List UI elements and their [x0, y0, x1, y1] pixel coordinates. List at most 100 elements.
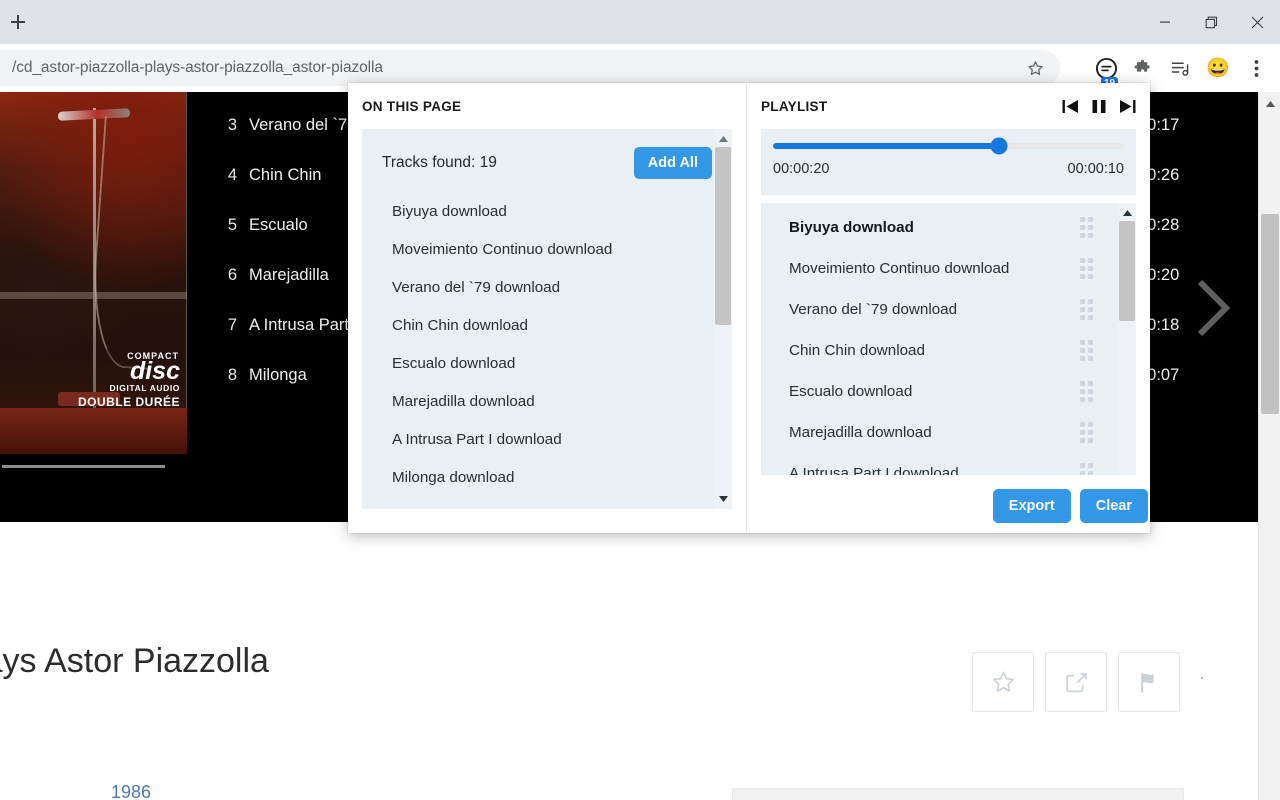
cd-digital-audio-text: DIGITAL AUDIO [109, 383, 180, 393]
maximize-restore-button[interactable] [1188, 0, 1234, 44]
playlist-scrollbar-thumb[interactable] [1119, 221, 1135, 321]
next-track-button[interactable] [1119, 99, 1136, 114]
chevron-up-icon [718, 136, 728, 142]
plus-icon [11, 15, 25, 29]
flag-icon [1140, 672, 1154, 693]
seek-slider-handle[interactable] [990, 137, 1008, 155]
on-this-page-scrollbar-thumb[interactable] [715, 147, 731, 325]
flag-button[interactable] [1118, 652, 1180, 712]
playlist-icon-button[interactable] [1162, 50, 1198, 86]
cover-progress-fill [2, 464, 165, 468]
list-item[interactable]: A Intrusa Part I download [761, 453, 1136, 475]
window-controls [1142, 0, 1280, 44]
playlist-box: Biyuya download Moveimiento Continuo dow… [761, 203, 1136, 475]
extension-popup: ON THIS PAGE Tracks found: 19 Add All Bi… [348, 83, 1150, 533]
drag-handle-icon[interactable] [1080, 258, 1110, 279]
player-controls [1062, 99, 1136, 114]
list-item[interactable]: Chin Chin download [761, 330, 1136, 371]
album-cover-art: COMPACT disc DIGITAL AUDIO DOUBLE DURÉE [0, 92, 187, 454]
list-item[interactable]: Marejadilla download [362, 382, 732, 420]
more-menu-icon [1254, 59, 1258, 77]
list-item[interactable]: Verano del `79 download [761, 289, 1136, 330]
star-icon [1027, 60, 1043, 75]
skip-next-icon [1120, 99, 1136, 113]
cover-progress-bar[interactable] [0, 459, 187, 473]
track-number: 5 [227, 215, 237, 234]
next-arrow-icon[interactable] [1196, 278, 1230, 338]
track-duration: 00:28 [1138, 215, 1180, 234]
avatar: 😀 [1206, 57, 1230, 79]
minimize-icon [1160, 21, 1170, 23]
playlist-item-label: Marejadilla download [789, 424, 932, 441]
close-window-button[interactable] [1234, 0, 1280, 44]
drag-handle-icon[interactable] [1080, 381, 1110, 402]
puzzle-icon [1134, 59, 1150, 72]
favorite-button[interactable] [972, 652, 1034, 712]
cd-disc-text: disc [129, 357, 180, 385]
drag-handle-icon[interactable] [1080, 217, 1110, 238]
export-button[interactable]: Export [992, 489, 1071, 523]
drag-handle-icon[interactable] [1080, 463, 1110, 475]
extension-icon-button[interactable]: 19 [1088, 50, 1124, 92]
page-scrollbar[interactable] [1258, 92, 1280, 800]
decorative-dot [1201, 677, 1203, 679]
drag-handle-icon[interactable] [1080, 299, 1110, 320]
drag-handle-icon[interactable] [1080, 340, 1110, 361]
more-menu-button[interactable] [1238, 50, 1274, 86]
bookmark-button[interactable] [1018, 51, 1052, 85]
playlist-header: PLAYLIST [761, 97, 1136, 115]
restore-icon [1205, 16, 1217, 28]
list-item[interactable]: Moveimiento Continuo download [362, 230, 732, 268]
list-item[interactable]: A Intrusa Part I download [362, 420, 732, 458]
playlist-item-label: Chin Chin download [789, 342, 925, 359]
favorite-star-icon [992, 671, 1014, 692]
on-this-page-scrollbar[interactable] [714, 129, 732, 509]
share-icon [1065, 672, 1087, 692]
track-number: 6 [227, 265, 237, 284]
playlist-scrollbar[interactable] [1118, 203, 1136, 475]
address-bar[interactable]: /cd_astor-piazzolla-plays-astor-piazzoll… [0, 50, 1060, 86]
pause-icon [1092, 99, 1106, 113]
list-item[interactable]: Biyuya download [761, 207, 1136, 248]
on-this-page-box: Tracks found: 19 Add All Biyuya download… [362, 129, 732, 509]
list-item[interactable]: Chin Chin download [362, 306, 732, 344]
track-duration: 00:26 [1138, 165, 1180, 184]
list-item[interactable]: Escualo download [362, 344, 732, 382]
cover-floor [0, 408, 187, 454]
profile-avatar-button[interactable]: 😀 [1200, 50, 1236, 86]
list-item[interactable]: Escualo download [761, 371, 1136, 412]
playlist-item-label: Biyuya download [789, 219, 914, 236]
cover-cable [87, 116, 167, 370]
list-item[interactable]: Moveimiento Continuo download [761, 248, 1136, 289]
clear-button[interactable]: Clear [1079, 489, 1148, 523]
seek-progress-fill [773, 143, 1000, 149]
compact-disc-logo: COMPACT disc DIGITAL AUDIO DOUBLE DURÉE [78, 352, 180, 410]
url-text: /cd_astor-piazzolla-plays-astor-piazzoll… [12, 59, 383, 76]
playlist-title: PLAYLIST [761, 98, 828, 114]
metadata-links: 1986 Kahle-Austin Foundation Internet Ar… [111, 778, 308, 800]
playlist-pane: PLAYLIST 00:00:20 00:00:10 Biyuya downlo… [747, 83, 1150, 533]
playlist-item-label: Moveimiento Continuo download [789, 260, 1010, 277]
list-item[interactable]: Marejadilla download [761, 412, 1136, 453]
drag-handle-icon[interactable] [1080, 422, 1110, 443]
track-duration: 00:07 [1138, 365, 1180, 384]
share-button[interactable] [1045, 652, 1107, 712]
scroll-up-arrow[interactable] [1118, 205, 1136, 221]
previous-track-button[interactable] [1062, 99, 1079, 114]
list-item[interactable]: Biyuya download [362, 192, 732, 230]
add-all-button[interactable]: Add All [633, 147, 712, 179]
minimize-button[interactable] [1142, 0, 1188, 44]
tracks-found-label: Tracks found: 19 [382, 154, 497, 171]
track-number: 8 [227, 365, 237, 384]
scroll-up-arrow[interactable] [714, 131, 732, 147]
scroll-up-arrow[interactable] [1259, 95, 1280, 112]
page-scrollbar-thumb[interactable] [1261, 214, 1279, 414]
new-tab-button[interactable] [0, 4, 36, 40]
list-item[interactable]: Milonga download [362, 458, 732, 496]
puzzle-icon-button[interactable] [1124, 50, 1160, 86]
seek-slider[interactable] [773, 137, 1124, 155]
scroll-down-arrow[interactable] [714, 491, 732, 507]
metadata-year-link[interactable]: 1986 [111, 778, 308, 800]
pause-button[interactable] [1092, 99, 1106, 114]
list-item[interactable]: Verano del `79 download [362, 268, 732, 306]
